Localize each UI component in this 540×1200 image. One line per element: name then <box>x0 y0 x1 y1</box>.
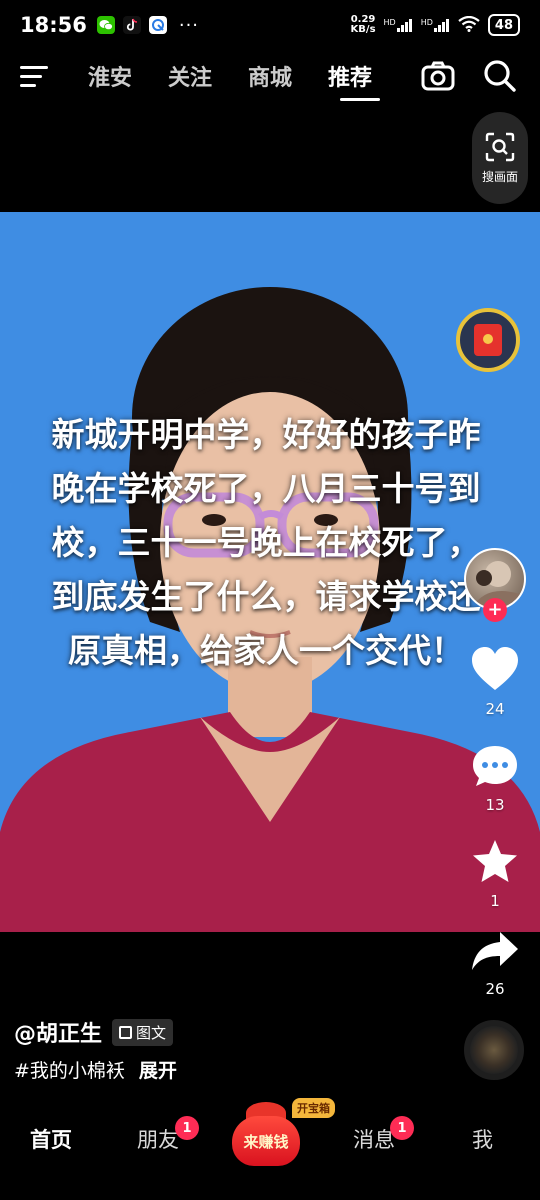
share-button[interactable]: 26 <box>464 930 526 998</box>
author-name[interactable]: @胡正生 <box>14 1016 102 1048</box>
search-scene-button[interactable]: 搜画面 <box>472 112 528 204</box>
tab-local[interactable]: 淮安 <box>88 60 132 92</box>
status-app-icons: ··· <box>96 14 200 36</box>
expand-button[interactable]: 展开 <box>139 1056 177 1083</box>
status-bar: 18:56 ··· 0.29 KB/s HD HD 48 <box>0 0 540 50</box>
more-notifications-indicator: ··· <box>178 14 200 36</box>
network-speed: 0.29 KB/s <box>351 15 376 35</box>
favorite-count: 1 <box>490 892 500 910</box>
tab-following[interactable]: 关注 <box>168 60 212 92</box>
signal-icon-2: HD <box>421 18 450 32</box>
camera-icon[interactable] <box>420 58 456 98</box>
menu-icon[interactable] <box>20 66 50 90</box>
tab-mall[interactable]: 商城 <box>248 60 292 92</box>
friends-badge: 1 <box>175 1116 199 1140</box>
network-speed-unit: KB/s <box>350 24 376 35</box>
nav-home[interactable]: 首页 <box>30 1124 72 1154</box>
heart-icon <box>472 647 518 690</box>
post-type-badge: 图文 <box>112 1018 174 1046</box>
music-disc-icon[interactable] <box>464 1020 524 1080</box>
star-icon <box>473 840 517 882</box>
status-time: 18:56 <box>20 13 87 37</box>
signal-icon-1: HD <box>384 18 413 32</box>
video-caption-overlay: 新城开明中学，好好的孩子昨晚在学校死了，八月三十号到校，三十一号晚上在校死了，到… <box>51 415 481 670</box>
red-envelope-icon <box>474 324 502 356</box>
red-packet-button[interactable] <box>456 308 520 372</box>
top-nav: 淮安 关注 商城 推荐 <box>0 50 540 106</box>
nav-messages[interactable]: 消息 <box>353 1124 395 1154</box>
comment-button[interactable]: 13 <box>464 744 526 814</box>
search-icon[interactable] <box>483 58 517 98</box>
wifi-icon <box>458 15 480 35</box>
active-tab-indicator <box>340 98 380 101</box>
like-button[interactable]: 24 <box>464 646 526 718</box>
tab-recommend[interactable]: 推荐 <box>328 60 372 92</box>
post-type-label: 图文 <box>136 1023 167 1042</box>
hashtag-link[interactable]: #我的小棉袄 <box>14 1056 125 1083</box>
share-count: 26 <box>485 980 505 998</box>
wechat-icon <box>96 16 115 34</box>
follow-plus-button[interactable]: + <box>483 598 507 622</box>
post-caption: #我的小棉袄 展开 <box>14 1056 177 1083</box>
nav-friends[interactable]: 朋友 <box>137 1124 179 1154</box>
image-post-icon <box>119 1025 133 1039</box>
signal-label: HD <box>420 18 433 27</box>
video-content[interactable]: 新城开明中学，好好的孩子昨晚在学校死了，八月三十号到校，三十一号晚上在校死了，到… <box>0 212 540 932</box>
post-author-row: @胡正生 图文 <box>14 1016 174 1048</box>
feed-tabs: 淮安 关注 商城 推荐 <box>88 60 372 92</box>
browser-icon <box>148 16 167 34</box>
like-count: 24 <box>485 700 505 718</box>
comment-count: 13 <box>485 796 505 814</box>
nav-me[interactable]: 我 <box>472 1124 493 1154</box>
earn-button[interactable]: 来赚钱 <box>232 1100 300 1166</box>
battery-indicator: 48 <box>487 14 520 36</box>
comment-icon <box>473 746 517 786</box>
earn-label: 来赚钱 <box>232 1116 300 1166</box>
favorite-button[interactable]: 1 <box>464 838 526 910</box>
treasure-box-tag[interactable]: 开宝箱 <box>292 1098 335 1118</box>
search-scene-label: 搜画面 <box>481 170 518 184</box>
status-indicators: 0.29 KB/s HD HD 48 <box>351 14 520 36</box>
tiktok-icon <box>122 16 141 34</box>
share-icon <box>472 932 518 970</box>
scan-search-icon <box>485 132 515 162</box>
signal-label: HD <box>383 18 396 27</box>
messages-badge: 1 <box>390 1116 414 1140</box>
